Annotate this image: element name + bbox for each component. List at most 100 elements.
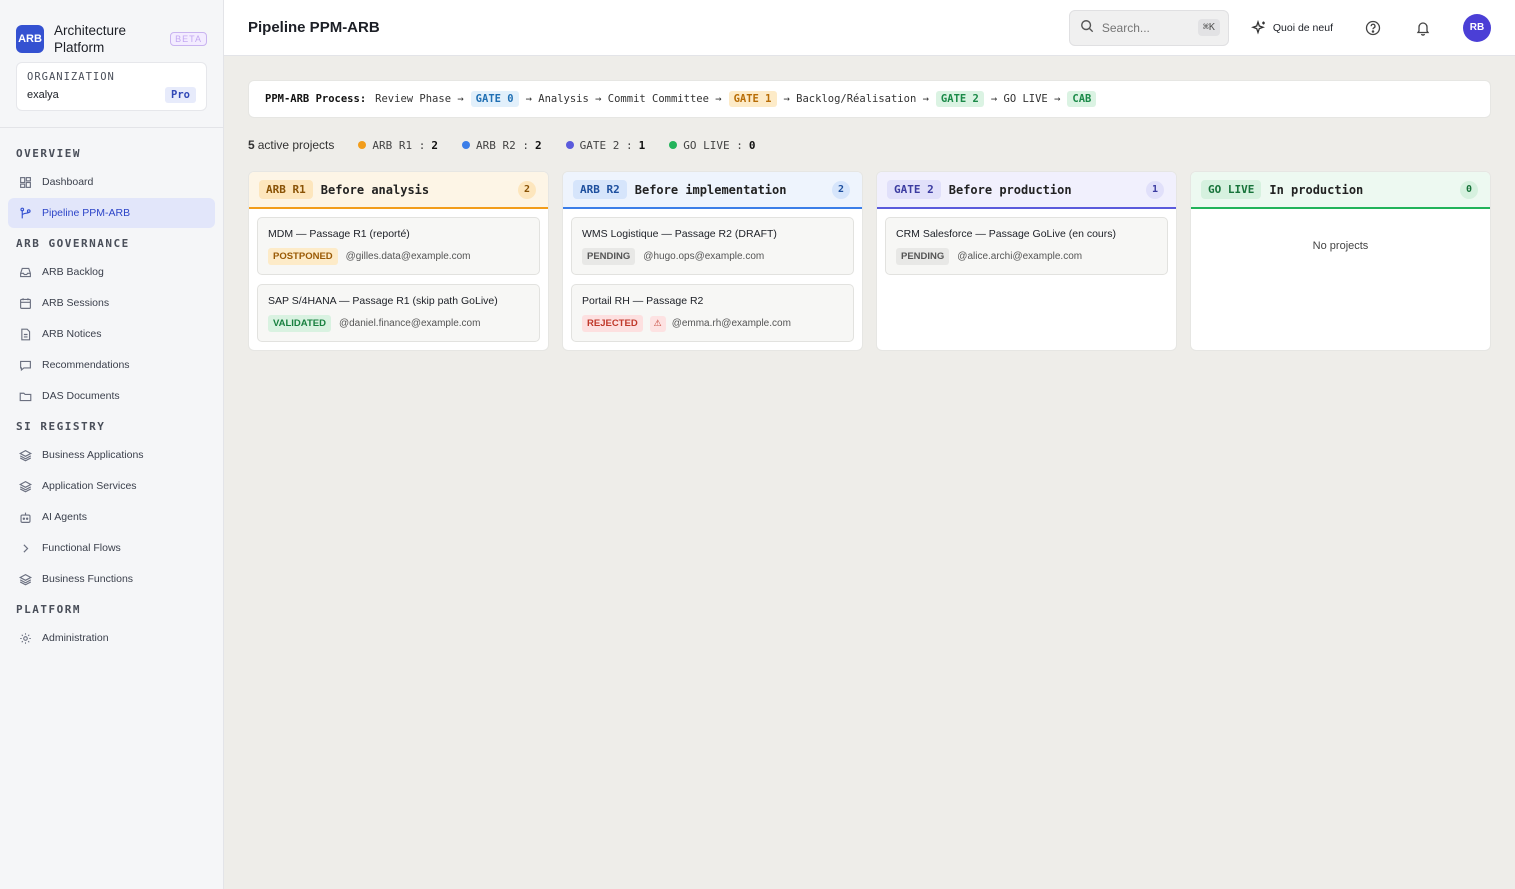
sidebar-item-label: Pipeline PPM-ARB [42, 207, 131, 219]
sidebar-item-das-documents[interactable]: DAS Documents [8, 381, 215, 411]
column-body: WMS Logistique — Passage R2 (DRAFT) PENDI… [563, 209, 862, 350]
topbar: Pipeline PPM-ARB ⌘K Quoi de neuf RB [224, 0, 1515, 56]
stat-value: 2 [431, 138, 438, 152]
column-count: 0 [1460, 180, 1478, 199]
process-step: Review Phase → [375, 93, 464, 105]
search-box[interactable]: ⌘K [1068, 9, 1229, 46]
project-owner: @alice.archi@example.com [957, 251, 1083, 262]
layers-icon [18, 572, 32, 586]
sidebar-item-label: Application Services [42, 480, 137, 492]
brand-name: Architecture Platform [54, 23, 127, 55]
project-title: SAP S/4HANA — Passage R1 (skip path GoLi… [268, 295, 498, 307]
stat-item: GO LIVE : 0 [669, 139, 755, 152]
sidebar-item-application-services[interactable]: Application Services [8, 471, 215, 501]
sidebar-item-arb-notices[interactable]: ARB Notices [8, 319, 215, 349]
project-owner: @emma.rh@example.com [671, 318, 791, 329]
sidebar-item-label: Business Applications [42, 449, 144, 461]
organization-switcher[interactable]: ORGANIZATION exalya Pro [16, 62, 207, 111]
column-header: GATE 2 Before production 1 [877, 172, 1176, 209]
folder-icon [18, 389, 32, 403]
column-count: 2 [832, 180, 850, 199]
dashboard-icon [18, 175, 32, 189]
status-badge: PENDING [896, 248, 950, 265]
active-projects-label: active projects [257, 138, 335, 152]
sidebar-item-business-applications[interactable]: Business Applications [8, 440, 215, 470]
sidebar-item-arb-sessions[interactable]: ARB Sessions [8, 288, 215, 318]
sidebar-item-administration[interactable]: Administration [8, 623, 215, 653]
main-content: PPM-ARB Process: Review Phase → GATE 0 →… [248, 80, 1491, 351]
process-label: PPM-ARB Process: [265, 93, 367, 105]
kanban-column: ARB R1 Before analysis 2 MDM — Passage R1 (… [248, 171, 549, 351]
search-icon [1080, 19, 1094, 36]
project-owner: @daniel.finance@example.com [338, 318, 481, 329]
project-title: WMS Logistique — Passage R2 (DRAFT) [582, 228, 777, 240]
project-title: CRM Salesforce — Passage GoLive (en cour… [896, 228, 1117, 240]
brand: ARB Architecture Platform BETA [0, 0, 223, 60]
sidebar-item-dashboard[interactable]: Dashboard [8, 167, 215, 197]
document-icon [18, 327, 32, 341]
column-body: No projects [1191, 209, 1490, 316]
stats-bar: 5 active projects ARB R1 : 2 ARB R2 : 2 GATE… [248, 133, 1491, 157]
sidebar-item-label: ARB Notices [42, 328, 102, 340]
sparkles-icon [1250, 19, 1265, 35]
process-step: → Backlog/Réalisation → [783, 93, 929, 105]
sidebar-item-business-functions[interactable]: Business Functions [8, 564, 215, 594]
stat-item: ARB R1 : 2 [358, 139, 438, 152]
project-card[interactable]: Portail RH — Passage R2 REJECTED ⚠ @emma.rh… [571, 284, 854, 342]
search-input[interactable] [1101, 20, 1192, 35]
column-title: Before analysis [320, 182, 430, 197]
whats-new-button[interactable]: Quoi de neuf [1250, 19, 1333, 36]
sidebar-item-arb-backlog[interactable]: ARB Backlog [8, 257, 215, 287]
nav-section-title: SI REGISTRY [16, 419, 106, 433]
nav-section-title: OVERVIEW [16, 146, 81, 160]
gate-1-badge: GATE 1 [728, 91, 777, 107]
status-dot [358, 141, 367, 149]
search-shortcut: ⌘K [1197, 19, 1220, 36]
stat-label: GATE 2 : [579, 138, 633, 152]
sidebar-item-label: DAS Documents [42, 390, 120, 402]
avatar[interactable]: RB [1463, 13, 1491, 42]
message-icon [18, 358, 32, 372]
project-card[interactable]: MDM — Passage R1 (reporté) POSTPONED @gill… [257, 217, 540, 275]
sidebar-item-pipeline-ppm-arb[interactable]: Pipeline PPM-ARB [8, 198, 215, 228]
status-badge: VALIDATED [268, 315, 331, 332]
warning-icon: ⚠ [649, 315, 666, 332]
process-bar: PPM-ARB Process: Review Phase → GATE 0 →… [248, 80, 1491, 118]
pipeline-icon [18, 206, 32, 220]
layers-icon [18, 479, 32, 493]
gate-2-badge: GATE 2 [935, 91, 984, 107]
sidebar-item-ai-agents[interactable]: AI Agents [8, 502, 215, 532]
stat-value: 0 [748, 138, 756, 152]
sidebar-item-label: AI Agents [42, 511, 87, 523]
project-card[interactable]: WMS Logistique — Passage R2 (DRAFT) PENDI… [571, 217, 854, 275]
stat-label: ARB R1 : [372, 138, 426, 152]
beta-badge: BETA [170, 32, 207, 46]
help-icon[interactable] [1363, 18, 1383, 38]
gear-icon [18, 631, 32, 645]
page-title: Pipeline PPM-ARB [248, 19, 380, 36]
brand-logo[interactable]: ARB [16, 25, 44, 53]
status-badge: PENDING [582, 248, 636, 265]
project-card[interactable]: SAP S/4HANA — Passage R1 (skip path GoLi… [257, 284, 540, 342]
plan-badge: Pro [165, 87, 196, 103]
cab-badge: CAB [1067, 91, 1097, 107]
status-dot [462, 141, 470, 149]
sidebar-item-functional-flows[interactable]: Functional Flows [8, 533, 215, 563]
project-title: MDM — Passage R1 (reporté) [268, 228, 410, 240]
column-tag: ARB R2 [573, 180, 627, 199]
whats-new-label: Quoi de neuf [1272, 21, 1333, 34]
project-card[interactable]: CRM Salesforce — Passage GoLive (en cour… [885, 217, 1168, 275]
column-title: In production [1269, 182, 1364, 197]
sidebar-item-label: Administration [42, 632, 109, 644]
column-header: GO LIVE In production 0 [1191, 172, 1490, 209]
column-tag: GO LIVE [1201, 180, 1262, 199]
layers-icon [18, 448, 32, 462]
sidebar-item-label: ARB Sessions [42, 297, 110, 309]
status-dot [565, 141, 574, 149]
bell-icon[interactable] [1413, 18, 1433, 38]
sidebar-nav: OVERVIEW Dashboard Pipeline PPM-ARB ARB GOV… [0, 128, 223, 653]
sidebar-item-recommendations[interactable]: Recommendations [8, 350, 215, 380]
gate-0-badge: GATE 0 [470, 91, 519, 107]
bot-icon [18, 510, 32, 524]
column-header: ARB R1 Before analysis 2 [249, 172, 548, 209]
